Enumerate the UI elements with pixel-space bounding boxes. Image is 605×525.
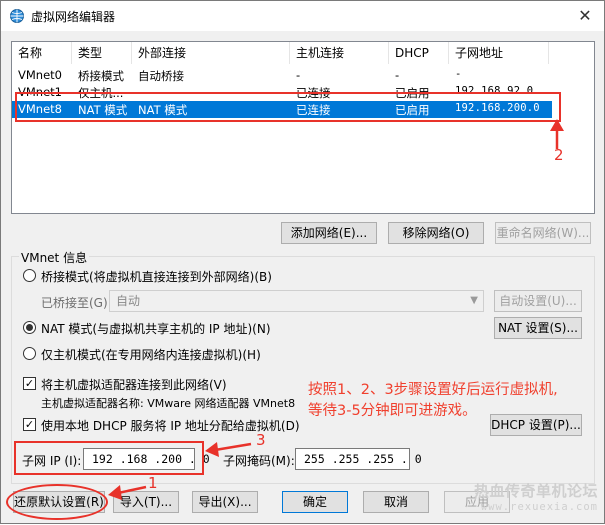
nat-settings-button[interactable]: NAT 设置(S)... [494, 317, 582, 339]
ok-button[interactable]: 确定 [282, 491, 348, 513]
step-2-label: 2 [554, 146, 564, 164]
bridged-to-label: 已桥接至(G): [41, 296, 112, 310]
row-external: 自动桥接 [138, 69, 184, 83]
nat-mode-label: NAT 模式(与虚拟机共享主机的 IP 地址)(N) [41, 322, 271, 336]
import-button[interactable]: 导入(T)... [113, 491, 179, 513]
host-only-radio[interactable] [23, 347, 36, 360]
adapter-name-label: 主机虚拟适配器名称: VMware 网络适配器 VMnet8 [41, 397, 296, 410]
subnet-mask-input[interactable]: 255 .255 .255 . 0 [295, 448, 422, 470]
table-row[interactable]: VMnet0 桥接模式 自动桥接 - - - [12, 67, 552, 84]
vmnet-info-label: VMnet 信息 [19, 249, 90, 266]
column-header-name[interactable]: 名称 [12, 42, 72, 64]
step-1-label: 1 [148, 474, 158, 492]
export-button[interactable]: 导出(X)... [192, 491, 258, 513]
bridge-mode-radio[interactable] [23, 269, 36, 282]
nat-mode-radio[interactable] [23, 321, 36, 334]
virtual-network-editor-window: 虚拟网络编辑器 ✕ 名称 类型 外部连接 主机连接 DHCP 子网地址 VMne… [0, 0, 605, 524]
column-header-external[interactable]: 外部连接 [132, 42, 290, 64]
watermark-url: www.rexuexia.com [480, 501, 598, 513]
column-header-type[interactable]: 类型 [72, 42, 132, 64]
watermark-title: 热血传奇单机论坛 [473, 482, 598, 500]
network-list[interactable]: 名称 类型 外部连接 主机连接 DHCP 子网地址 VMnet0 桥接模式 自动… [11, 41, 595, 214]
auto-settings-button[interactable]: 自动设置(U)... [494, 290, 582, 312]
bridged-to-value: 自动 [116, 294, 141, 308]
column-header-host[interactable]: 主机连接 [290, 42, 389, 64]
column-header-subnet[interactable]: 子网地址 [449, 42, 549, 64]
cancel-button[interactable]: 取消 [363, 491, 429, 513]
row-subnet: - [455, 68, 462, 80]
bridge-mode-label: 桥接模式(将虚拟机直接连接到外部网络)(B) [41, 270, 272, 284]
row-type: 桥接模式 [78, 69, 124, 83]
remove-network-button[interactable]: 移除网络(O) [388, 222, 484, 244]
column-header-dhcp[interactable]: DHCP [389, 42, 449, 64]
step-3-label: 3 [256, 431, 266, 449]
row-name: VMnet0 [18, 68, 62, 82]
site-watermark: 热血传奇单机论坛 www.rexuexia.com [474, 480, 598, 513]
annotation-box-subnet-ip [14, 441, 204, 475]
row-host: - [296, 68, 301, 82]
add-network-button[interactable]: 添加网络(E)... [281, 222, 377, 244]
use-dhcp-checkbox[interactable]: ✓ [23, 418, 36, 431]
instruction-note-line2: 等待3-5分钟即可进游戏。 [308, 403, 477, 419]
dhcp-settings-button[interactable]: DHCP 设置(P)... [490, 414, 582, 436]
rename-network-button[interactable]: 重命名网络(W)... [495, 222, 591, 244]
globe-icon [10, 9, 24, 23]
instruction-note-line1: 按照1、2、3步骤设置好后运行虚拟机, [308, 382, 558, 398]
row-dhcp: - [395, 68, 400, 82]
annotation-box-vmnet8 [15, 92, 561, 122]
title-bar: 虚拟网络编辑器 ✕ [1, 1, 604, 31]
window-title: 虚拟网络编辑器 [31, 10, 116, 24]
annotation-ellipse-restore [6, 484, 108, 520]
subnet-mask-label: 子网掩码(M): [223, 454, 295, 468]
chevron-down-icon: ▼ [470, 295, 478, 306]
bridged-to-select[interactable]: 自动 ▼ [109, 290, 484, 312]
close-button[interactable]: ✕ [574, 5, 596, 27]
connect-adapter-checkbox[interactable]: ✓ [23, 377, 36, 390]
host-only-label: 仅主机模式(在专用网络内连接虚拟机)(H) [41, 348, 261, 362]
connect-adapter-label: 将主机虚拟适配器连接到此网络(V) [41, 378, 227, 392]
